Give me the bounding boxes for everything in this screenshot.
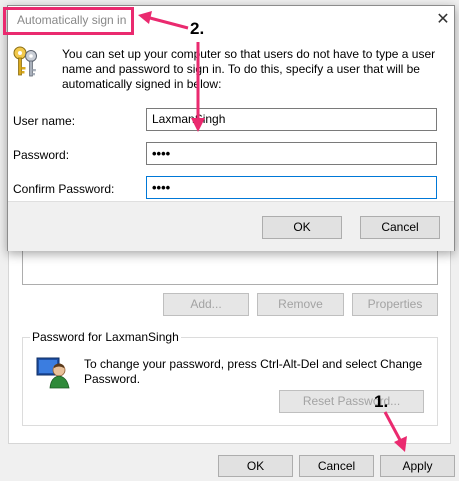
annotation-arrows — [138, 11, 407, 452]
step-2-label: 2. — [190, 19, 205, 38]
step-1-label: 1. — [374, 392, 389, 411]
